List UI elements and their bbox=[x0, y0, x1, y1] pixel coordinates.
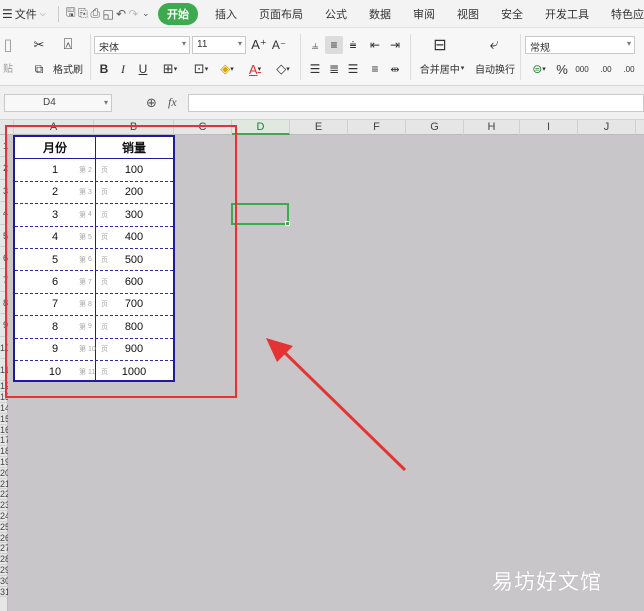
arrow-shaft bbox=[280, 348, 407, 472]
annotation-arrow bbox=[266, 338, 407, 472]
watermark-text: 易坊好文馆 bbox=[492, 570, 602, 594]
